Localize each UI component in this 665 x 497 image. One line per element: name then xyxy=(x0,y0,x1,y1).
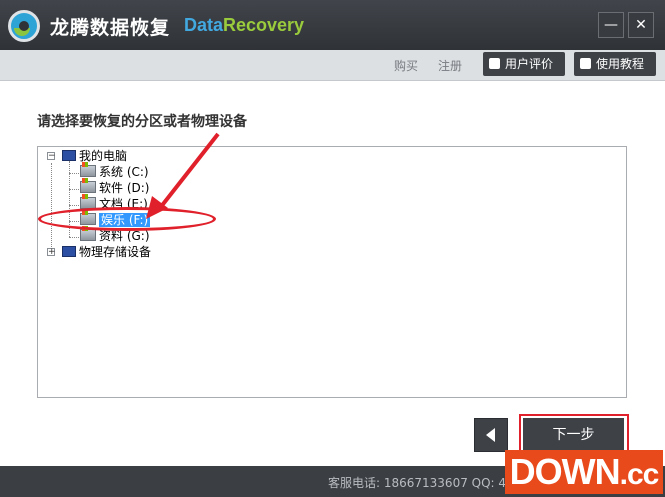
brand-part-recovery: Recovery xyxy=(223,15,305,35)
computer-icon xyxy=(62,150,76,161)
tree-node-drive-c[interactable]: 系统 (C:) xyxy=(80,162,149,180)
drive-icon xyxy=(80,162,96,177)
tree-connector xyxy=(69,205,79,206)
brand-name: DataRecovery xyxy=(184,15,304,36)
next-step-button[interactable]: 下一步 xyxy=(523,418,624,452)
tree-node-drive-d[interactable]: 软件 (D:) xyxy=(80,178,150,196)
support-contact: 客服电话: 18667133607 QQ: 4006 xyxy=(328,476,529,490)
toolbar: 购买 注册 用户评价 使用教程 xyxy=(0,50,665,81)
watermark-logo: DOWN.cc xyxy=(505,450,663,494)
tree-connector xyxy=(69,189,79,190)
root-collapse-toggle[interactable]: − xyxy=(47,152,56,161)
watermark-text: DOWN xyxy=(509,451,621,492)
brand-part-data: Data xyxy=(184,15,224,35)
title-bar: 龙腾数据恢复 DataRecovery — ✕ xyxy=(0,0,665,50)
user-review-button[interactable]: 用户评价 xyxy=(483,52,565,76)
tree-node-physical-storage[interactable]: 物理存储设备 xyxy=(62,244,151,260)
register-link[interactable]: 注册 xyxy=(438,57,462,74)
tree-connector xyxy=(51,163,52,251)
selection-prompt: 请选择要恢复的分区或者物理设备 xyxy=(37,114,247,130)
drive-icon xyxy=(80,226,96,241)
device-tree[interactable]: − 我的电脑 系统 (C:) 软件 (D:) 文档 (E:) 娱乐 (F:) 资… xyxy=(37,146,627,398)
thumbs-up-icon xyxy=(489,58,500,69)
my-computer-label: 我的电脑 xyxy=(79,149,128,163)
tree-connector xyxy=(69,237,79,238)
physical-expand-toggle[interactable]: + xyxy=(47,248,56,257)
computer-icon xyxy=(62,246,76,257)
tutorial-button[interactable]: 使用教程 xyxy=(574,52,656,76)
highlight-ellipse xyxy=(38,207,216,231)
help-book-icon xyxy=(580,58,591,69)
close-button[interactable]: ✕ xyxy=(628,12,654,38)
buy-link[interactable]: 购买 xyxy=(394,57,418,74)
drive-label: 系统 (C:) xyxy=(99,165,149,179)
app-title: 龙腾数据恢复 xyxy=(50,17,171,39)
drive-label: 资料 (G:) xyxy=(99,229,150,243)
tutorial-label: 使用教程 xyxy=(596,57,645,71)
back-arrow-icon xyxy=(486,428,495,442)
tree-connector xyxy=(69,173,79,174)
drive-icon xyxy=(80,178,96,193)
minimize-button[interactable]: — xyxy=(598,12,624,38)
app-logo-icon xyxy=(8,10,40,42)
back-button[interactable] xyxy=(474,418,508,452)
physical-storage-label: 物理存储设备 xyxy=(79,245,152,259)
drive-label: 软件 (D:) xyxy=(99,181,150,195)
tree-node-my-computer[interactable]: 我的电脑 xyxy=(62,148,127,164)
watermark-suffix: .cc xyxy=(619,458,660,491)
user-review-label: 用户评价 xyxy=(505,57,554,71)
